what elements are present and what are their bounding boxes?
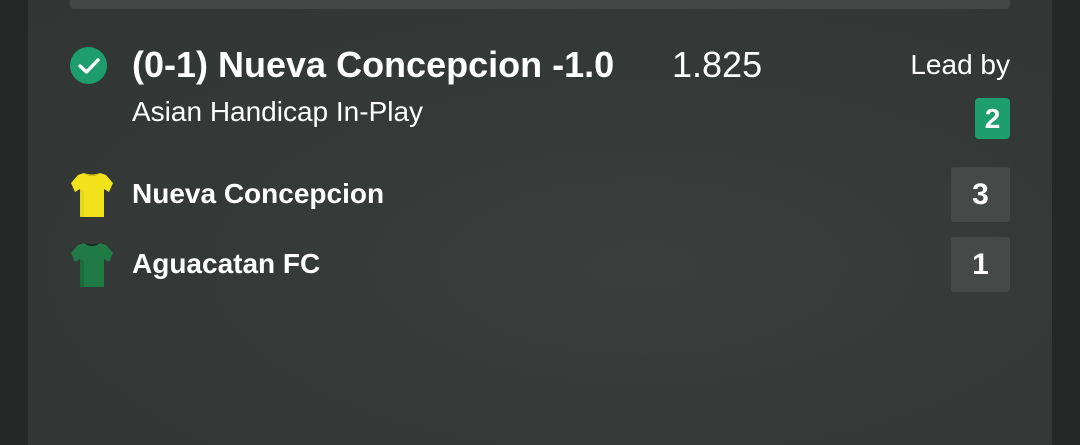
bet-selection: (0-1) Nueva Concepcion -1.0 [132, 44, 615, 85]
bet-odds: 1.825 [672, 44, 763, 85]
previous-card-edge [70, 0, 1010, 9]
check-circle-icon [70, 47, 107, 84]
team-row-home: Nueva Concepcion 3 [70, 167, 1010, 223]
page: (0-1) Nueva Concepcion -1.0 1.825 Asian … [0, 0, 1080, 445]
lead-badge: 2 [975, 98, 1010, 139]
bet-market: Asian Handicap In-Play [132, 96, 424, 127]
team-name: Aguacatan FC [132, 248, 321, 279]
yellow-shirt-icon [71, 173, 113, 217]
team-score: 3 [951, 167, 1010, 222]
team-name: Nueva Concepcion [132, 178, 385, 209]
green-shirt-icon [71, 243, 113, 287]
lead-label: Lead by [910, 49, 1010, 80]
team-score: 1 [951, 237, 1010, 292]
team-row-away: Aguacatan FC 1 [70, 237, 1010, 293]
